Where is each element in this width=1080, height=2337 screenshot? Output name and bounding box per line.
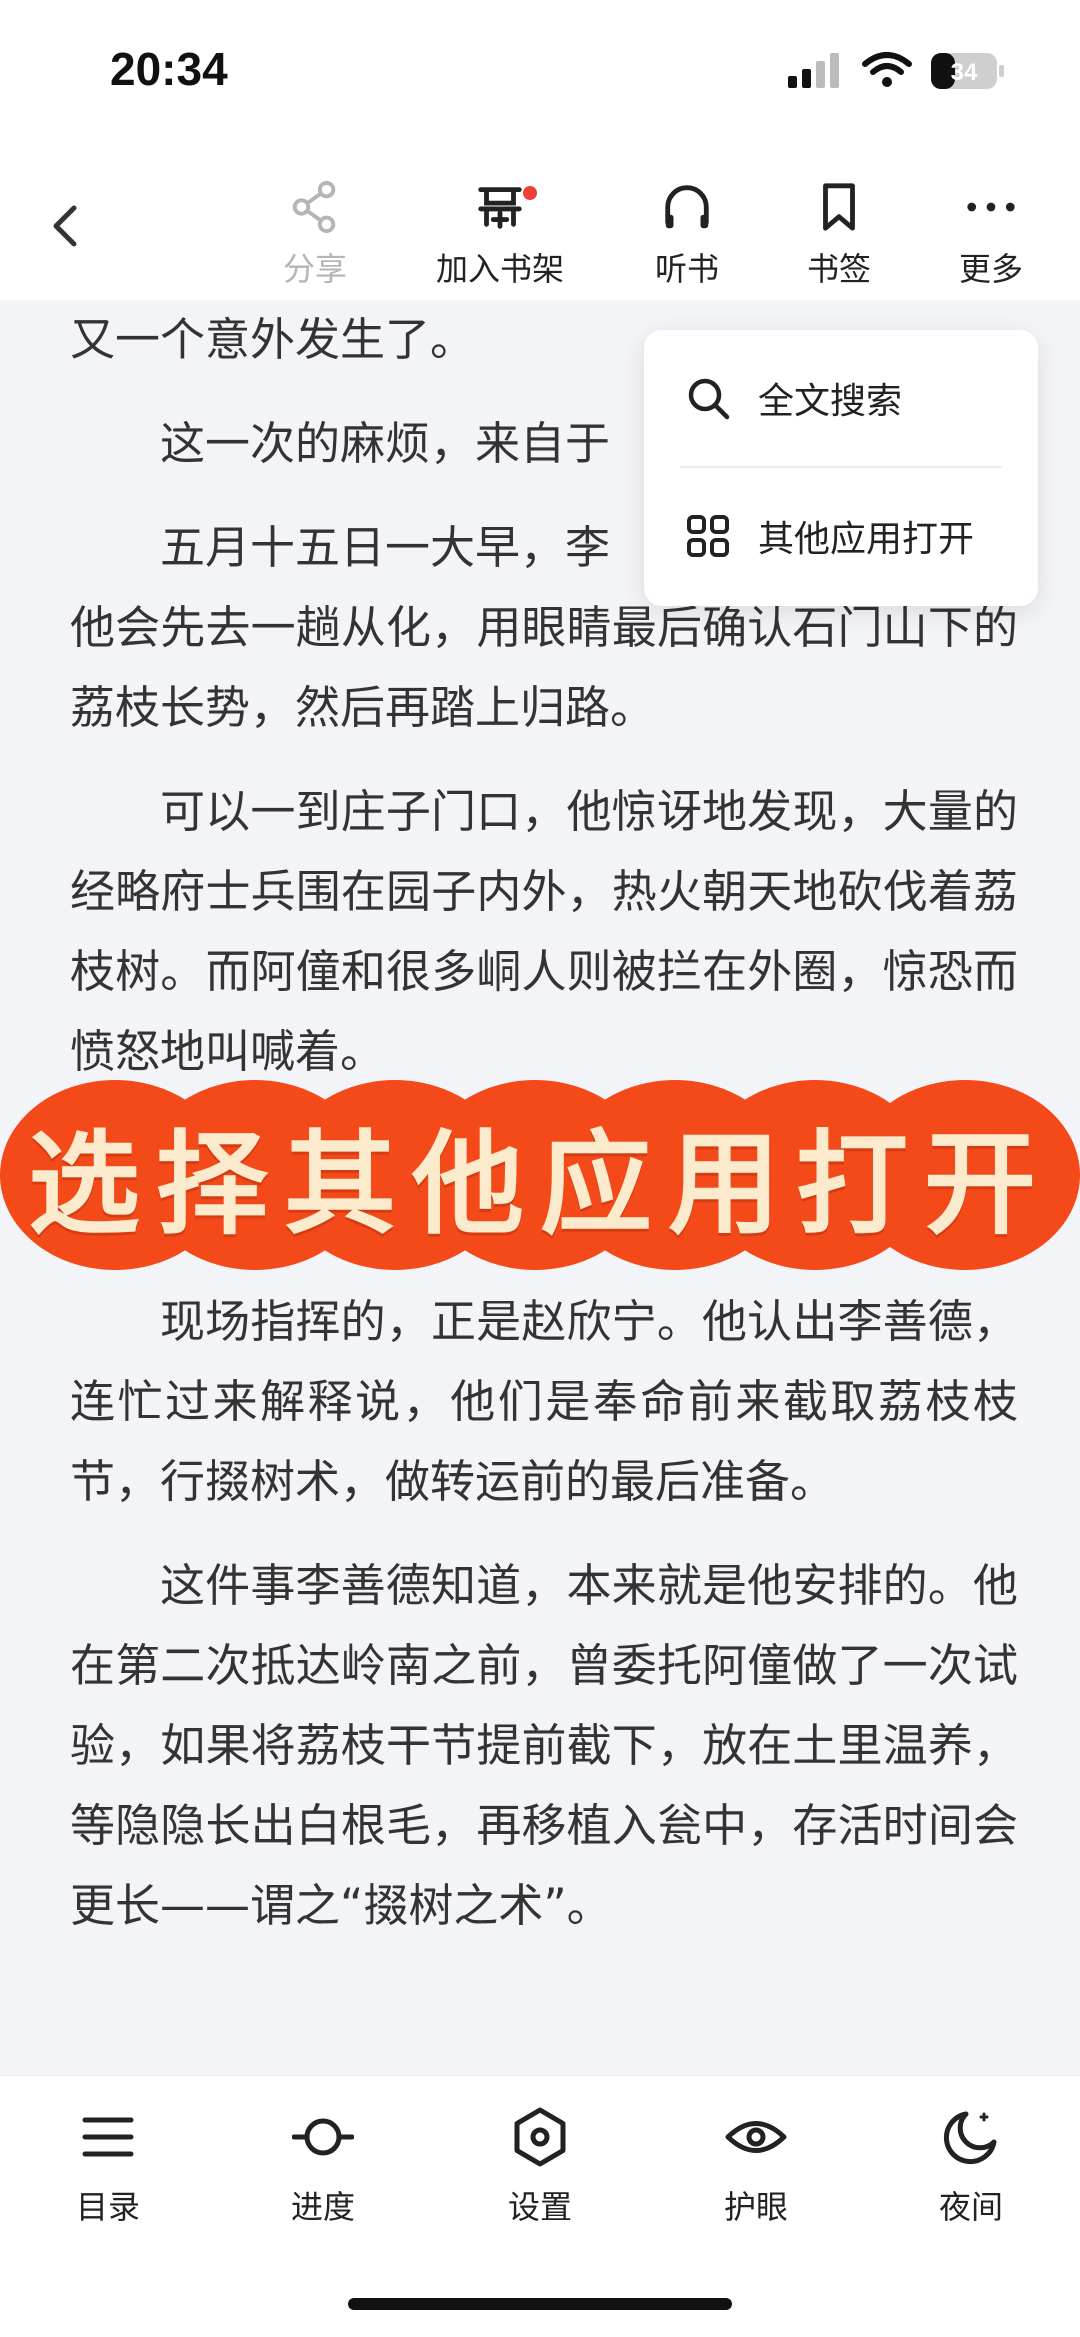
chevron-left-icon[interactable] bbox=[40, 200, 92, 252]
progress-button[interactable]: 进度 bbox=[253, 2106, 393, 2236]
paragraph: 现场指挥的，正是赵欣宁。他认出李善德，连忙过来解释说，他们是奉命前来截取荔枝枝节… bbox=[70, 1295, 1018, 1508]
open-in-other-app-item[interactable]: 其他应用打开 bbox=[684, 496, 1004, 576]
home-indicator[interactable] bbox=[348, 2298, 732, 2310]
toc-label: 目录 bbox=[75, 2188, 140, 2226]
paragraph: 他会先去一趟从化，用眼睛最后确认石门山下的荔枝长势，然后再踏上归路。 bbox=[70, 601, 1018, 734]
eye-care-button[interactable]: 护眼 bbox=[686, 2106, 826, 2236]
more-menu: 全文搜索 其他应用打开 bbox=[644, 330, 1038, 606]
share-button[interactable]: 分享 bbox=[250, 180, 380, 290]
settings-label: 设置 bbox=[507, 2188, 572, 2226]
new-badge bbox=[523, 186, 537, 200]
more-button[interactable]: 更多 bbox=[926, 180, 1056, 290]
paragraph: 可以一到庄子门口，他惊讶地发现，大量的经略府士兵围在园子内外，热火朝天地砍伐着荔… bbox=[70, 785, 1018, 1078]
add-to-shelf-label: 加入书架 bbox=[435, 250, 564, 288]
status-bar: 20:34 34 bbox=[0, 0, 1080, 140]
search-icon bbox=[688, 378, 730, 420]
add-to-shelf-button[interactable]: 加入书架 bbox=[435, 180, 565, 290]
list-menu-icon bbox=[82, 2117, 134, 2157]
banner-caption: 选择其他应用打开 bbox=[28, 1119, 1052, 1250]
reader-top-toolbar: 分享 加入书架 听书 书签 更多 bbox=[0, 140, 1080, 300]
bookmark-label: 书签 bbox=[806, 250, 871, 288]
eye-care-label: 护眼 bbox=[723, 2188, 788, 2226]
cellular-signal-icon bbox=[788, 53, 839, 88]
bookmark-icon bbox=[823, 183, 855, 231]
bookmark-button[interactable]: 书签 bbox=[774, 180, 904, 290]
listen-label: 听书 bbox=[654, 250, 719, 288]
more-dots-icon bbox=[967, 202, 1015, 212]
night-mode-button[interactable]: 夜间 bbox=[901, 2106, 1041, 2236]
progress-label: 进度 bbox=[290, 2188, 355, 2226]
headphones-icon bbox=[665, 185, 709, 229]
wifi-icon bbox=[862, 52, 912, 87]
more-label: 更多 bbox=[958, 250, 1023, 288]
open-in-other-app-label: 其他应用打开 bbox=[758, 519, 975, 560]
caption-banner: 选择其他应用打开 bbox=[0, 1080, 1080, 1270]
battery-level: 34 bbox=[951, 59, 978, 86]
eye-icon bbox=[725, 2121, 787, 2153]
full-text-search-label: 全文搜索 bbox=[758, 381, 903, 422]
settings-button[interactable]: 设置 bbox=[470, 2106, 610, 2236]
share-icon bbox=[292, 180, 336, 234]
battery-icon: 34 bbox=[931, 53, 1004, 89]
listen-button[interactable]: 听书 bbox=[622, 180, 752, 290]
hexagon-settings-icon bbox=[514, 2107, 566, 2167]
bookshelf-add-icon bbox=[478, 187, 522, 229]
paragraph: 这件事李善德知道，本来就是他安排的。他在第二次抵达岭南之前，曾委托阿僮做了一次试… bbox=[70, 1559, 1018, 1932]
menu-divider bbox=[680, 466, 1002, 468]
full-text-search-item[interactable]: 全文搜索 bbox=[684, 358, 1004, 438]
table-of-contents-button[interactable]: 目录 bbox=[38, 2106, 178, 2236]
grid-apps-icon bbox=[687, 515, 729, 557]
night-label: 夜间 bbox=[938, 2188, 1003, 2226]
share-label: 分享 bbox=[282, 250, 347, 288]
moon-icon bbox=[943, 2111, 997, 2165]
progress-circle-icon bbox=[292, 2118, 354, 2156]
status-time: 20:34 bbox=[110, 43, 228, 95]
